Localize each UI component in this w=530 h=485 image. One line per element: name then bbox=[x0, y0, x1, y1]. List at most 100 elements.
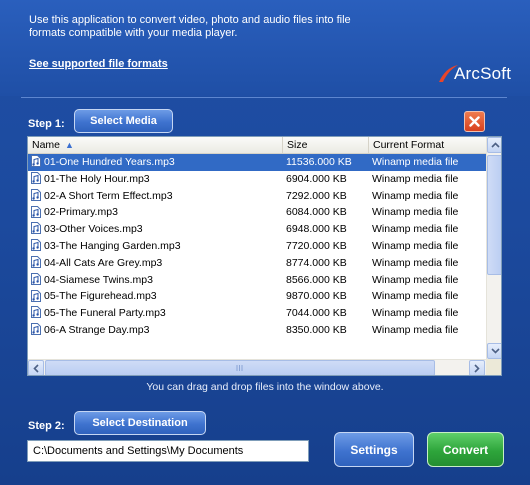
chevron-right-icon bbox=[474, 363, 480, 373]
scroll-up-button[interactable] bbox=[487, 137, 501, 153]
table-row[interactable]: 02-Primary.mp3 6084.000 KB Winamp media fi… bbox=[28, 204, 486, 221]
intro-text: Use this application to convert video, p… bbox=[29, 14, 429, 40]
file-name-cell: 01-One Hundred Years.mp3 bbox=[31, 154, 283, 171]
close-icon bbox=[469, 116, 480, 127]
scroll-left-button[interactable] bbox=[28, 360, 44, 375]
sort-up-icon: ▲ bbox=[65, 140, 74, 150]
file-name-cell: 04-Siamese Twins.mp3 bbox=[31, 272, 283, 289]
column-header-name[interactable]: Name ▲ bbox=[28, 137, 283, 153]
file-format-cell: Winamp media file bbox=[372, 307, 459, 320]
file-format-cell: Winamp media file bbox=[372, 206, 459, 219]
file-format-cell: Winamp media file bbox=[372, 172, 459, 185]
file-name-text: 05-The Funeral Party.mp3 bbox=[44, 307, 166, 320]
audio-file-icon bbox=[31, 155, 41, 168]
audio-file-icon bbox=[31, 172, 41, 185]
file-name-text: 01-One Hundred Years.mp3 bbox=[44, 156, 175, 168]
file-name-cell: 03-The Hanging Garden.mp3 bbox=[31, 238, 283, 255]
column-header-format[interactable]: Current Format bbox=[369, 137, 486, 153]
column-name-label: Name bbox=[32, 139, 61, 151]
file-size-cell: 6948.000 KB bbox=[286, 223, 347, 236]
audio-file-icon bbox=[31, 289, 41, 302]
file-size-cell: 6084.000 KB bbox=[286, 206, 347, 219]
scroll-right-button[interactable] bbox=[469, 360, 485, 375]
column-size-label: Size bbox=[287, 139, 308, 151]
step2-label: Step 2: bbox=[28, 420, 65, 432]
audio-file-icon bbox=[31, 272, 41, 285]
file-size-cell: 8774.000 KB bbox=[286, 256, 347, 269]
chevron-down-icon bbox=[490, 348, 500, 354]
file-format-cell: Winamp media file bbox=[372, 256, 459, 269]
table-row[interactable]: 01-The Holy Hour.mp3 6904.000 KB Winamp me… bbox=[28, 171, 486, 188]
file-format-cell: Winamp media file bbox=[372, 273, 459, 286]
file-name-cell: 05-The Funeral Party.mp3 bbox=[31, 305, 283, 322]
vertical-scroll-thumb[interactable] bbox=[487, 155, 501, 275]
file-size-cell: 7292.000 KB bbox=[286, 189, 347, 202]
audio-file-icon bbox=[31, 256, 41, 268]
intro-line-1: Use this application to convert video, p… bbox=[29, 14, 351, 26]
destination-path-field[interactable]: C:\Documents and Settings\My Documents bbox=[27, 440, 309, 462]
drag-drop-hint: You can drag and drop files into the win… bbox=[146, 381, 384, 393]
select-media-button[interactable]: Select Media bbox=[74, 109, 173, 133]
audio-file-icon bbox=[31, 205, 41, 218]
file-name-text: 06-A Strange Day.mp3 bbox=[44, 323, 150, 336]
table-row[interactable]: 04-Siamese Twins.mp3 8566.000 KB Winamp me… bbox=[28, 272, 486, 289]
file-format-cell: Winamp media file bbox=[372, 189, 459, 202]
audio-file-icon bbox=[31, 323, 41, 336]
file-name-cell: 02-A Short Term Effect.mp3 bbox=[31, 188, 283, 205]
table-row[interactable]: 03-The Hanging Garden.mp3 7720.000 KB Wina… bbox=[28, 238, 486, 255]
remove-button[interactable] bbox=[464, 111, 485, 132]
file-name-cell: 04-All Cats Are Grey.mp3 bbox=[31, 255, 283, 272]
table-row[interactable]: 05-The Funeral Party.mp3 7044.000 KB Winam… bbox=[28, 305, 486, 322]
table-row[interactable]: 02-A Short Term Effect.mp3 7292.000 KB Win… bbox=[28, 188, 486, 205]
file-name-text: 04-Siamese Twins.mp3 bbox=[44, 273, 153, 286]
file-name-cell: 01-The Holy Hour.mp3 bbox=[31, 171, 283, 188]
audio-file-icon bbox=[31, 306, 41, 319]
chevron-up-icon bbox=[490, 142, 500, 148]
vertical-scrollbar[interactable] bbox=[486, 137, 501, 359]
list-rows: 01-One Hundred Years.mp3 11536.000 KB Wina… bbox=[28, 154, 486, 339]
file-size-cell: 8566.000 KB bbox=[286, 273, 347, 286]
file-name-cell: 05-The Figurehead.mp3 bbox=[31, 288, 283, 305]
file-name-text: 01-The Holy Hour.mp3 bbox=[44, 172, 150, 185]
file-size-cell: 7044.000 KB bbox=[286, 307, 347, 320]
table-row[interactable]: 03-Other Voices.mp3 6948.000 KB Winamp med… bbox=[28, 221, 486, 238]
settings-button[interactable]: Settings bbox=[334, 432, 414, 467]
intro-line-2: formats compatible with your media playe… bbox=[29, 27, 238, 39]
step1-label: Step 1: bbox=[28, 118, 65, 130]
arcsoft-logo: ArcSoft bbox=[437, 62, 522, 84]
horizontal-scroll-thumb[interactable] bbox=[45, 360, 435, 375]
column-header-size[interactable]: Size bbox=[283, 137, 369, 153]
file-size-cell: 9870.000 KB bbox=[286, 290, 347, 303]
file-size-cell: 6904.000 KB bbox=[286, 172, 347, 185]
file-name-text: 03-Other Voices.mp3 bbox=[44, 223, 143, 236]
file-name-cell: 03-Other Voices.mp3 bbox=[31, 221, 283, 238]
file-name-cell: 06-A Strange Day.mp3 bbox=[31, 322, 283, 339]
media-list[interactable]: Name ▲ Size Current Format 01-One Hundred… bbox=[27, 136, 502, 376]
logo-text: ArcSoft bbox=[454, 64, 512, 83]
file-format-cell: Winamp media file bbox=[372, 154, 486, 171]
column-format-label: Current Format bbox=[373, 139, 445, 151]
file-format-cell: Winamp media file bbox=[372, 239, 459, 252]
list-header: Name ▲ Size Current Format bbox=[28, 137, 486, 154]
file-format-cell: Winamp media file bbox=[372, 323, 459, 336]
table-row[interactable]: 01-One Hundred Years.mp3 11536.000 KB Wina… bbox=[28, 154, 486, 171]
horizontal-scrollbar[interactable] bbox=[28, 359, 486, 375]
scroll-down-button[interactable] bbox=[487, 343, 501, 359]
table-row[interactable]: 04-All Cats Are Grey.mp3 8774.000 KB Winam… bbox=[28, 255, 486, 272]
file-name-text: 02-A Short Term Effect.mp3 bbox=[44, 189, 173, 202]
file-name-text: 05-The Figurehead.mp3 bbox=[44, 290, 157, 303]
supported-formats-link[interactable]: See supported file formats bbox=[29, 58, 168, 70]
convert-button[interactable]: Convert bbox=[427, 432, 504, 467]
audio-file-icon bbox=[31, 239, 41, 252]
file-name-text: 02-Primary.mp3 bbox=[44, 206, 118, 219]
scroll-corner bbox=[486, 359, 501, 375]
file-name-text: 03-The Hanging Garden.mp3 bbox=[44, 239, 181, 252]
file-format-cell: Winamp media file bbox=[372, 290, 459, 303]
select-destination-button[interactable]: Select Destination bbox=[74, 411, 206, 435]
grip-icon bbox=[236, 365, 243, 371]
file-size-cell: 11536.000 KB bbox=[286, 154, 366, 171]
table-row[interactable]: 05-The Figurehead.mp3 9870.000 KB Winamp m… bbox=[28, 288, 486, 305]
table-row[interactable]: 06-A Strange Day.mp3 8350.000 KB Winamp me… bbox=[28, 322, 486, 339]
file-name-text: 04-All Cats Are Grey.mp3 bbox=[44, 256, 163, 269]
audio-file-icon bbox=[31, 222, 41, 235]
